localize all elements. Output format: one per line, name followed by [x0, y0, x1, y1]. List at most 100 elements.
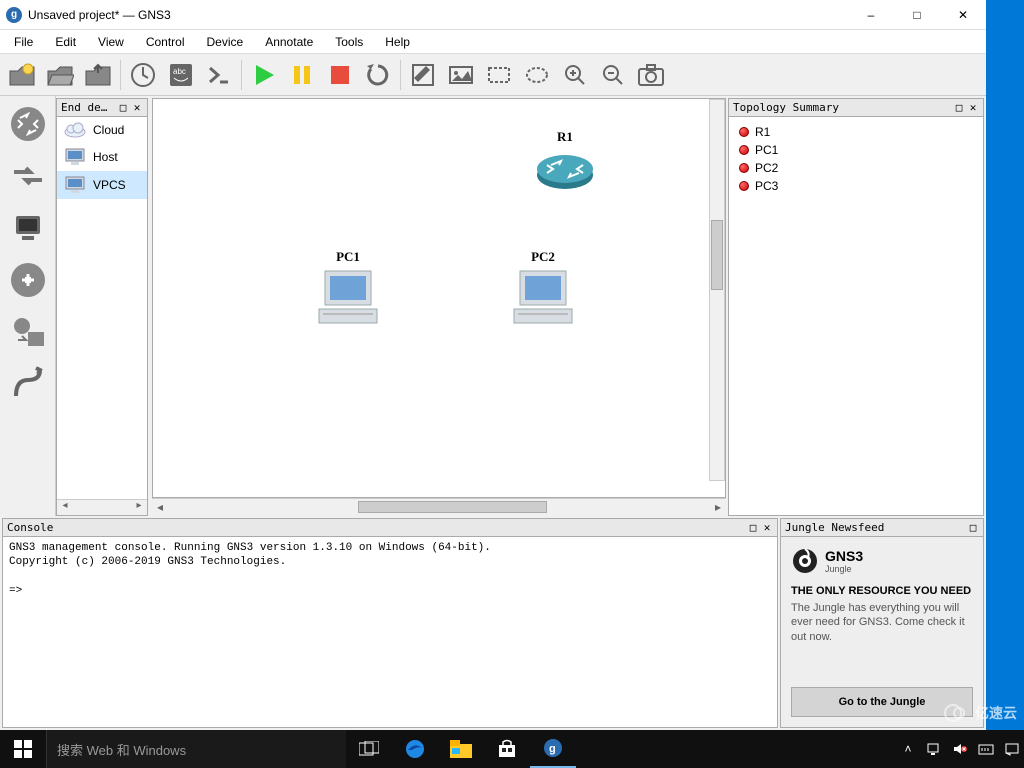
zoom-out-button[interactable]	[595, 57, 631, 93]
end-devices-title: End de…	[61, 101, 107, 114]
node-pc1[interactable]: PC1	[313, 249, 383, 327]
end-devices-panel: End de… □✕ Cloud Host VPCS ◂▸	[56, 98, 148, 516]
canvas-vscroll[interactable]	[709, 99, 725, 481]
device-category-toolbar	[0, 96, 56, 516]
newsfeed-headline: THE ONLY RESOURCE YOU NEED	[791, 585, 973, 597]
maximize-button[interactable]: □	[894, 0, 940, 30]
taskbar-edge[interactable]	[392, 730, 438, 768]
end-devices-hscroll[interactable]: ◂▸	[57, 499, 147, 515]
device-label: VPCS	[93, 178, 126, 192]
menu-control[interactable]: Control	[136, 32, 195, 52]
node-label: PC1	[313, 249, 383, 265]
tray-network-icon[interactable]	[924, 739, 944, 759]
newsfeed-panel: Jungle Newsfeed □ GNS3Jungle THE ONLY RE…	[780, 518, 984, 728]
taskbar-explorer[interactable]	[438, 730, 484, 768]
start-all-button[interactable]	[246, 57, 282, 93]
console-line: GNS3 management console. Running GNS3 ve…	[9, 542, 491, 554]
zoom-in-button[interactable]	[557, 57, 593, 93]
close-button[interactable]: ✕	[940, 0, 986, 30]
menu-edit[interactable]: Edit	[45, 32, 86, 52]
node-label: R1	[533, 129, 597, 145]
menu-annotate[interactable]: Annotate	[255, 32, 323, 52]
panel-float-icon[interactable]: □	[747, 521, 759, 534]
topology-item-label: PC2	[755, 161, 778, 175]
panel-close-icon[interactable]: ✕	[761, 521, 773, 534]
topology-item-pc3[interactable]: PC3	[735, 177, 977, 195]
tray-volume-icon[interactable]	[950, 739, 970, 759]
menu-view[interactable]: View	[88, 32, 134, 52]
screenshot-button[interactable]	[633, 57, 669, 93]
status-dot-icon	[739, 163, 749, 173]
app-window: g Unsaved project* — GNS3 – □ ✕ File Edi…	[0, 0, 986, 730]
topology-item-label: PC3	[755, 179, 778, 193]
host-icon	[63, 147, 87, 167]
draw-ellipse-button[interactable]	[519, 57, 555, 93]
status-dot-icon	[739, 181, 749, 191]
newsfeed-text: The Jungle has everything you will ever …	[791, 601, 973, 644]
add-link-button[interactable]	[4, 360, 52, 408]
add-note-button[interactable]	[405, 57, 441, 93]
pause-all-button[interactable]	[284, 57, 320, 93]
save-project-button[interactable]	[80, 57, 116, 93]
tray-notifications-icon[interactable]	[1002, 739, 1022, 759]
start-button[interactable]	[0, 730, 46, 768]
snapshot-button[interactable]	[125, 57, 161, 93]
topology-summary-title: Topology Summary	[733, 101, 839, 114]
menu-help[interactable]: Help	[375, 32, 420, 52]
device-label: Cloud	[93, 123, 124, 137]
panel-float-icon[interactable]: □	[953, 101, 965, 114]
device-vpcs[interactable]: VPCS	[57, 171, 147, 199]
node-pc2[interactable]: PC2	[508, 249, 578, 327]
right-column: Topology Summary □✕ R1 PC1 PC2 PC3	[728, 98, 984, 516]
tray-input-icon[interactable]	[976, 739, 996, 759]
topology-item-pc1[interactable]: PC1	[735, 141, 977, 159]
taskbar-search[interactable]: 搜索 Web 和 Windows	[46, 730, 346, 768]
status-dot-icon	[739, 127, 749, 137]
reload-all-button[interactable]	[360, 57, 396, 93]
app-icon: g	[6, 7, 22, 23]
console-output[interactable]: GNS3 management console. Running GNS3 ve…	[3, 537, 777, 727]
panel-close-icon[interactable]: ✕	[967, 101, 979, 114]
panel-float-icon[interactable]: □	[967, 521, 979, 534]
node-r1[interactable]: R1	[533, 129, 597, 191]
task-view-button[interactable]	[346, 730, 392, 768]
pc-icon	[508, 267, 578, 327]
canvas-hscroll[interactable]: ◂▸	[152, 498, 726, 514]
draw-rectangle-button[interactable]	[481, 57, 517, 93]
taskbar-gns3[interactable]: g	[530, 730, 576, 768]
open-project-button[interactable]	[42, 57, 78, 93]
device-label: Host	[93, 150, 118, 164]
newsfeed-brand: GNS3	[825, 548, 863, 564]
device-host[interactable]: Host	[57, 143, 147, 171]
routers-category-button[interactable]	[4, 100, 52, 148]
show-interface-labels-button[interactable]: abc	[163, 57, 199, 93]
console-all-button[interactable]	[201, 57, 237, 93]
search-placeholder: 搜索 Web 和 Windows	[57, 740, 186, 759]
menu-device[interactable]: Device	[197, 32, 254, 52]
main-toolbar: abc	[0, 54, 986, 96]
menu-file[interactable]: File	[4, 32, 43, 52]
console-title: Console	[7, 521, 53, 534]
minimize-button[interactable]: –	[848, 0, 894, 30]
pc-icon	[313, 267, 383, 327]
security-category-button[interactable]	[4, 256, 52, 304]
topology-item-pc2[interactable]: PC2	[735, 159, 977, 177]
menu-tools[interactable]: Tools	[325, 32, 373, 52]
console-header: Console □✕	[3, 519, 777, 537]
new-project-button[interactable]	[4, 57, 40, 93]
panel-close-icon[interactable]: ✕	[131, 101, 143, 114]
end-devices-category-button[interactable]	[4, 204, 52, 252]
end-devices-header: End de… □✕	[57, 99, 147, 117]
newsfeed-title: Jungle Newsfeed	[785, 521, 884, 534]
insert-image-button[interactable]	[443, 57, 479, 93]
stop-all-button[interactable]	[322, 57, 358, 93]
taskbar-store[interactable]	[484, 730, 530, 768]
topology-item-r1[interactable]: R1	[735, 123, 977, 141]
device-cloud[interactable]: Cloud	[57, 117, 147, 143]
topology-canvas[interactable]: R1 PC1 PC2	[152, 98, 726, 498]
tray-chevron-icon[interactable]: ˄	[898, 739, 918, 759]
panel-float-icon[interactable]: □	[117, 101, 129, 114]
all-devices-category-button[interactable]	[4, 308, 52, 356]
switches-category-button[interactable]	[4, 152, 52, 200]
gns3-logo-icon	[791, 547, 819, 575]
